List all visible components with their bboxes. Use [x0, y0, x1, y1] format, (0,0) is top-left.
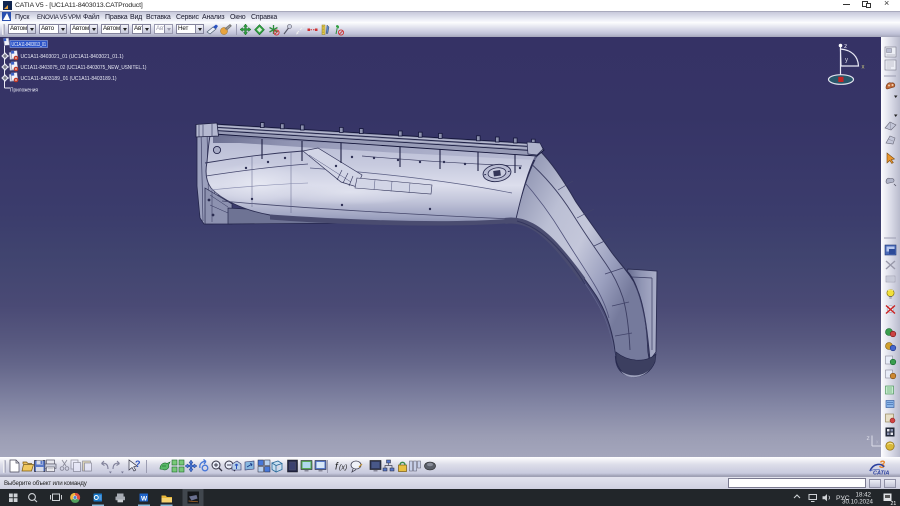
svg-text:18:42: 18:42 — [856, 492, 872, 499]
svg-text:UC1A11-8403075_02 (UC1A11-8403: UC1A11-8403075_02 (UC1A11-8403075_NEW_US… — [21, 65, 147, 71]
svg-text:(x): (x) — [339, 465, 347, 472]
svg-text:Приложения: Приложения — [10, 88, 38, 94]
svg-text:?: ? — [135, 459, 141, 469]
svg-text:UC1A11-8403189_01 (UC1A11-8403: UC1A11-8403189_01 (UC1A11-8403189.1) — [21, 76, 117, 82]
svg-text:UC1A11-8403021_01 (UC1A11-8403: UC1A11-8403021_01 (UC1A11-8403021_01.1) — [21, 54, 124, 60]
svg-text:z: z — [844, 43, 847, 50]
svg-text:21: 21 — [891, 501, 897, 506]
svg-text:x: x — [862, 65, 865, 71]
svg-text:W: W — [141, 496, 148, 503]
svg-text:z: z — [867, 435, 870, 442]
svg-text:y: y — [845, 58, 848, 64]
svg-text:UC1A11-8403013_01: UC1A11-8403013_01 — [12, 42, 47, 48]
svg-text:30.10.2024: 30.10.2024 — [842, 499, 874, 506]
svg-text:x: x — [876, 440, 879, 446]
svg-text:CATIA: CATIA — [873, 471, 889, 477]
